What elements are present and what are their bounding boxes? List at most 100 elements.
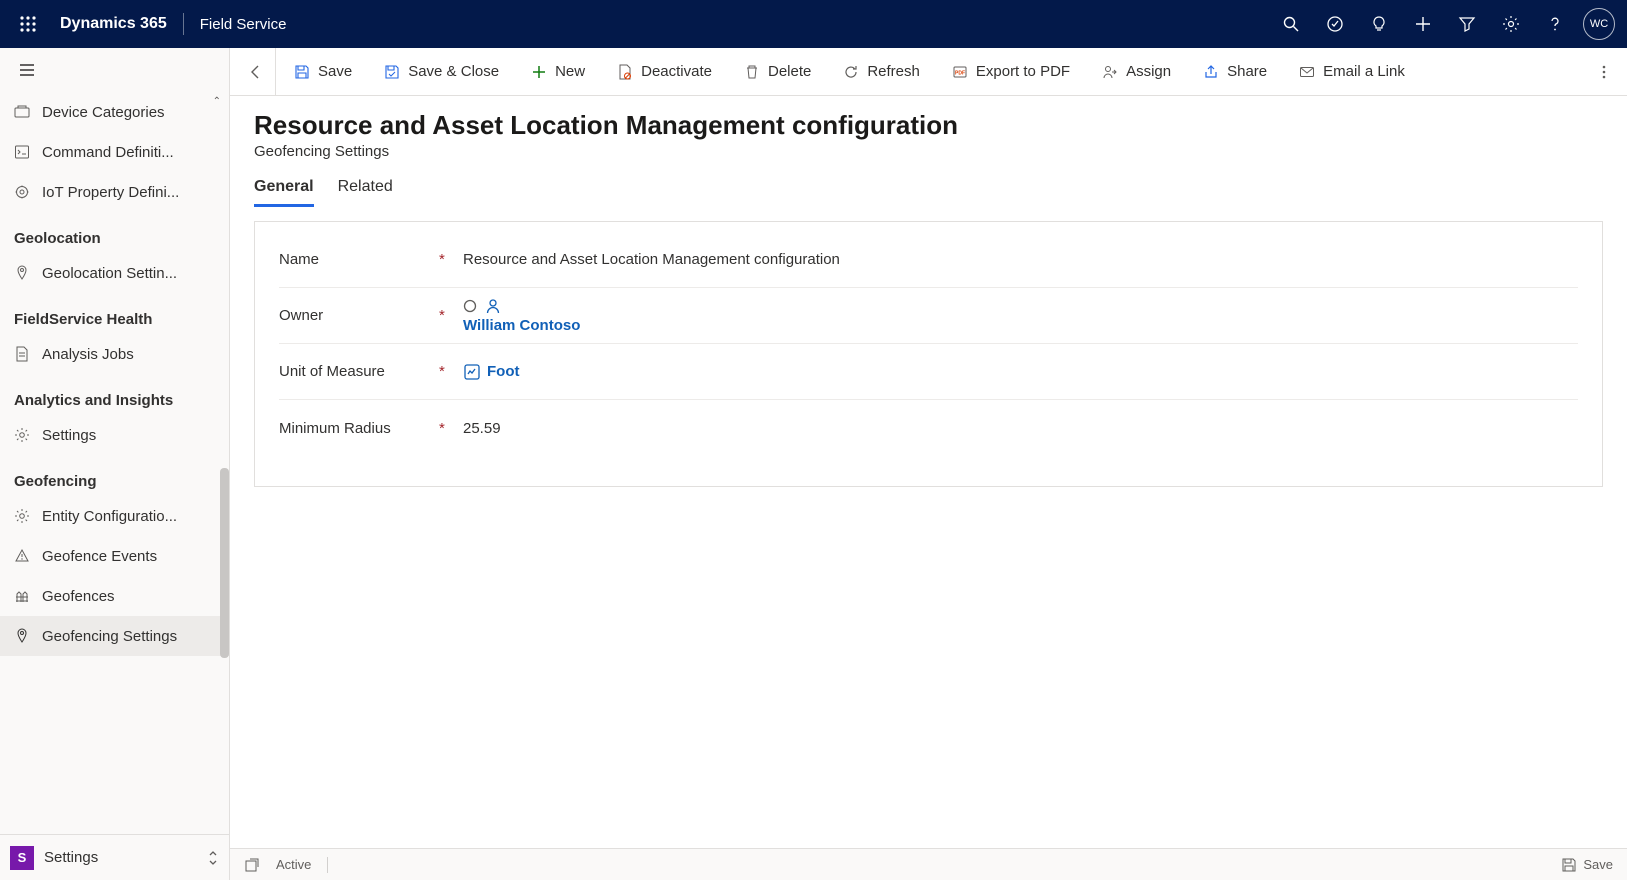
sidebar-item-label: Geofencing Settings bbox=[42, 628, 177, 645]
uom-label: Unit of Measure bbox=[279, 363, 439, 380]
more-commands-button[interactable] bbox=[1587, 48, 1621, 95]
statusbar-divider bbox=[327, 857, 328, 873]
settings-button[interactable] bbox=[1489, 0, 1533, 48]
uom-field[interactable]: Foot bbox=[463, 363, 1578, 381]
save-button[interactable]: Save bbox=[280, 48, 366, 95]
pin-icon bbox=[14, 628, 30, 644]
task-button[interactable] bbox=[1313, 0, 1357, 48]
sidebar-item-analysis-jobs[interactable]: Analysis Jobs bbox=[0, 334, 229, 374]
cmd-label: Email a Link bbox=[1323, 63, 1405, 80]
arrow-left-icon bbox=[247, 63, 265, 81]
back-button[interactable] bbox=[236, 48, 276, 96]
cmd-label: Refresh bbox=[867, 63, 920, 80]
name-field[interactable]: Resource and Asset Location Management c… bbox=[463, 251, 1578, 268]
sidebar-item-label: Geofence Events bbox=[42, 548, 157, 565]
deactivate-icon bbox=[617, 64, 633, 80]
required-indicator: * bbox=[439, 363, 463, 380]
statusbar-save-button[interactable]: Save bbox=[1561, 857, 1613, 873]
filter-button[interactable] bbox=[1445, 0, 1489, 48]
popout-button[interactable] bbox=[244, 857, 260, 873]
iot-icon bbox=[14, 184, 30, 200]
sidebar-item-label: Geolocation Settin... bbox=[42, 265, 177, 282]
sidebar-scrollbar[interactable] bbox=[220, 468, 229, 658]
tab-related[interactable]: Related bbox=[338, 178, 393, 207]
gear-icon bbox=[14, 427, 30, 443]
more-vertical-icon bbox=[1602, 64, 1606, 80]
circle-icon bbox=[463, 299, 477, 313]
record-status: Active bbox=[276, 857, 311, 872]
user-avatar[interactable]: WC bbox=[1583, 8, 1615, 40]
search-icon bbox=[1282, 15, 1300, 33]
help-button[interactable] bbox=[1533, 0, 1577, 48]
category-icon bbox=[14, 104, 30, 120]
entity-icon bbox=[463, 363, 481, 381]
sidebar-item-command-definitions[interactable]: Command Definiti... bbox=[0, 132, 229, 172]
radius-label: Minimum Radius bbox=[279, 420, 439, 437]
deactivate-button[interactable]: Deactivate bbox=[603, 48, 726, 95]
add-button[interactable] bbox=[1401, 0, 1445, 48]
plus-icon bbox=[1414, 15, 1432, 33]
form-card: Name * Resource and Asset Location Manag… bbox=[254, 221, 1603, 487]
sidebar-item-geofences[interactable]: Geofences bbox=[0, 576, 229, 616]
cmd-label: Assign bbox=[1126, 63, 1171, 80]
email-link-button[interactable]: Email a Link bbox=[1285, 48, 1419, 95]
radius-field[interactable]: 25.59 bbox=[463, 420, 1578, 437]
share-button[interactable]: Share bbox=[1189, 48, 1281, 95]
app-launcher[interactable] bbox=[12, 8, 44, 40]
popout-icon bbox=[244, 857, 260, 873]
save-close-button[interactable]: Save & Close bbox=[370, 48, 513, 95]
sidebar-toggle[interactable] bbox=[0, 48, 229, 92]
refresh-icon bbox=[843, 64, 859, 80]
sidebar-item-geofence-events[interactable]: Geofence Events bbox=[0, 536, 229, 576]
email-icon bbox=[1299, 64, 1315, 80]
search-button[interactable] bbox=[1269, 0, 1313, 48]
collapse-caret-icon[interactable]: ⌃ bbox=[213, 96, 221, 107]
person-icon bbox=[485, 298, 501, 314]
area-switcher[interactable]: S Settings bbox=[0, 834, 229, 880]
topbar-divider bbox=[183, 13, 184, 35]
svg-text:PDF: PDF bbox=[955, 70, 965, 76]
sidebar-item-label: IoT Property Defini... bbox=[42, 184, 179, 201]
sidebar-group-analytics: Analytics and Insights bbox=[0, 374, 229, 415]
cmd-label: Share bbox=[1227, 63, 1267, 80]
brand-label: Dynamics 365 bbox=[60, 15, 167, 33]
pdf-icon: PDF bbox=[952, 64, 968, 80]
refresh-button[interactable]: Refresh bbox=[829, 48, 934, 95]
delete-button[interactable]: Delete bbox=[730, 48, 825, 95]
lightbulb-icon bbox=[1370, 15, 1388, 33]
fence-icon bbox=[14, 588, 30, 604]
save-icon bbox=[294, 64, 310, 80]
sidebar-item-label: Settings bbox=[42, 427, 96, 444]
area-label: Settings bbox=[44, 849, 197, 866]
cmd-label: New bbox=[555, 63, 585, 80]
owner-lookup-value[interactable]: William Contoso bbox=[463, 317, 1578, 334]
warning-icon bbox=[14, 548, 30, 564]
task-icon bbox=[1326, 15, 1344, 33]
sidebar-item-geofencing-settings[interactable]: Geofencing Settings bbox=[0, 616, 229, 656]
gear-icon bbox=[1502, 15, 1520, 33]
trash-icon bbox=[744, 64, 760, 80]
pin-icon bbox=[14, 265, 30, 281]
sidebar-item-analytics-settings[interactable]: Settings bbox=[0, 415, 229, 455]
assign-button[interactable]: Assign bbox=[1088, 48, 1185, 95]
sidebar-item-entity-config[interactable]: Entity Configuratio... bbox=[0, 496, 229, 536]
statusbar-save-label: Save bbox=[1583, 857, 1613, 872]
area-icon: S bbox=[10, 846, 34, 870]
sidebar-item-label: Device Categories bbox=[42, 104, 165, 121]
page-subtitle: Geofencing Settings bbox=[254, 143, 1603, 160]
new-button[interactable]: New bbox=[517, 48, 599, 95]
export-pdf-button[interactable]: PDF Export to PDF bbox=[938, 48, 1084, 95]
sidebar-item-geolocation-settings[interactable]: Geolocation Settin... bbox=[0, 253, 229, 293]
sidebar-item-device-categories[interactable]: Device Categories bbox=[0, 92, 229, 132]
sidebar-item-iot-property[interactable]: IoT Property Defini... bbox=[0, 172, 229, 212]
cmd-label: Delete bbox=[768, 63, 811, 80]
sidebar-item-label: Analysis Jobs bbox=[42, 346, 134, 363]
required-indicator: * bbox=[439, 420, 463, 437]
owner-field[interactable]: William Contoso bbox=[463, 298, 1578, 334]
app-name[interactable]: Field Service bbox=[200, 16, 287, 33]
idea-button[interactable] bbox=[1357, 0, 1401, 48]
tab-general[interactable]: General bbox=[254, 178, 314, 207]
cmd-label: Deactivate bbox=[641, 63, 712, 80]
owner-label: Owner bbox=[279, 307, 439, 324]
uom-lookup-value[interactable]: Foot bbox=[487, 363, 519, 380]
